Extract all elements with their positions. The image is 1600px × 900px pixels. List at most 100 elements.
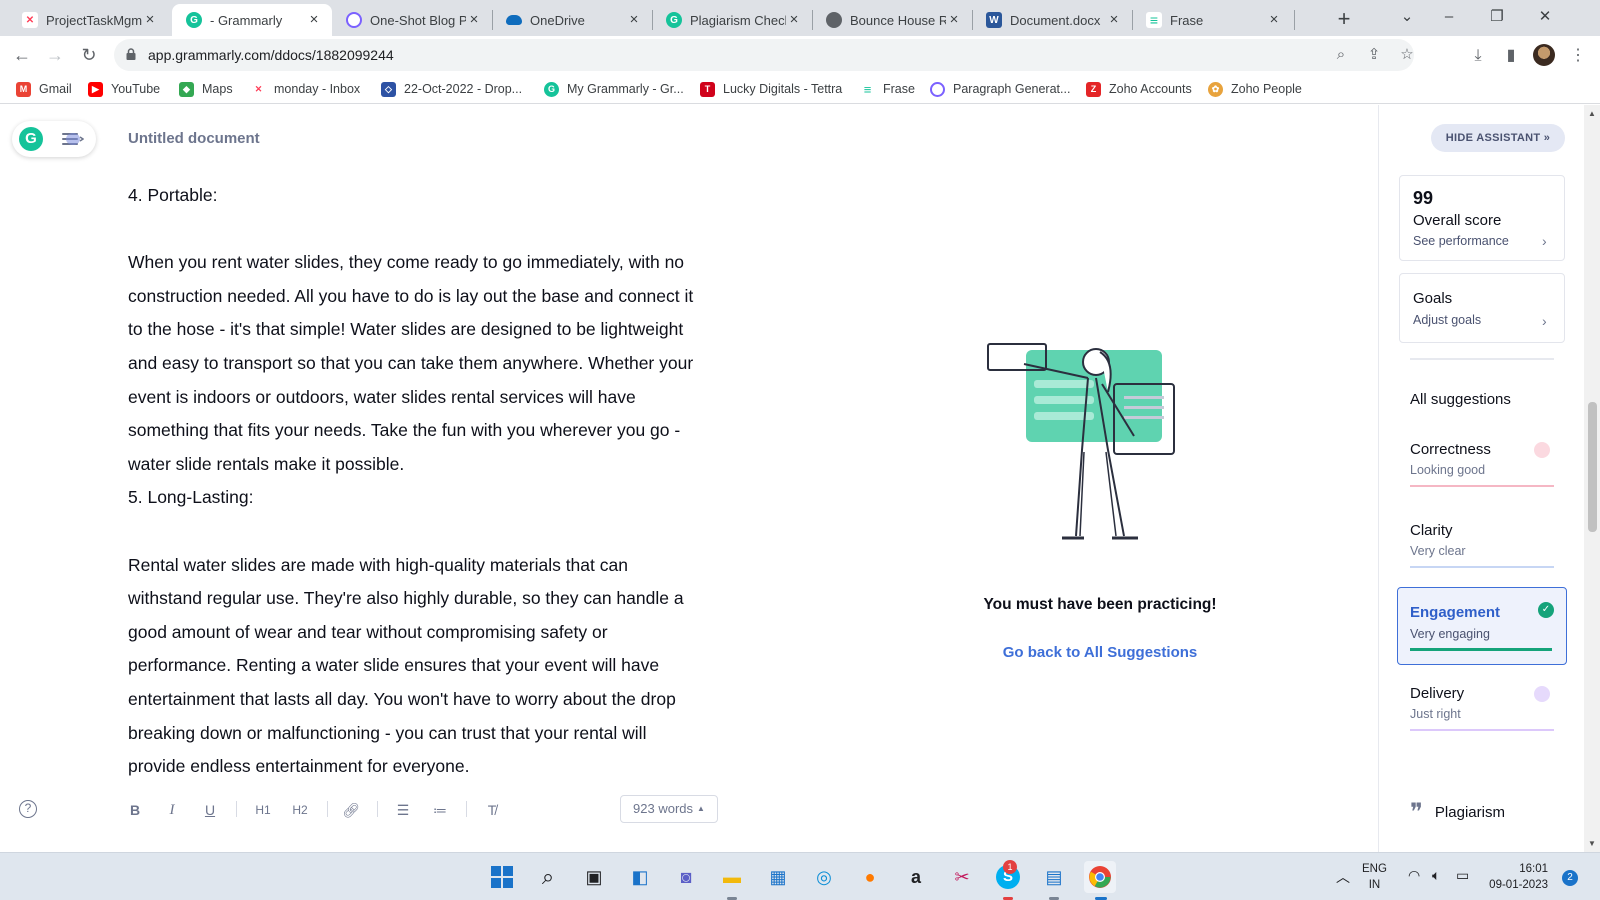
word-count-button[interactable]: 923 words ▲ [620,795,718,823]
clear-formatting-icon[interactable]: T̸ [483,801,501,819]
bookmark-maps[interactable]: ◆ Maps [179,80,233,98]
bookmark-monday[interactable]: ✕ monday - Inbox [251,80,360,98]
bookmark-frase[interactable]: ≡ Frase [860,80,915,98]
category-engagement[interactable]: Engagement Very engaging ✓ [1397,587,1567,665]
file-explorer-icon[interactable]: ▬ [716,861,748,893]
close-icon[interactable]: × [626,12,642,28]
close-icon[interactable]: × [142,12,158,28]
wifi-icon[interactable]: ◠ [1408,867,1420,884]
zoom-icon[interactable]: ⌕ [1332,46,1350,64]
close-icon[interactable]: × [1106,12,1122,28]
bookmark-dropbox[interactable]: ◇ 22-Oct-2022 - Drop... [381,80,522,98]
frase-icon: ≡ [1146,12,1162,28]
category-status: Looking good [1410,463,1486,477]
help-icon[interactable]: ? [19,800,37,818]
tab-document-docx[interactable]: W Document.docx × [972,4,1132,36]
forward-arrow-icon[interactable]: → [42,42,68,68]
heading2-button[interactable]: H2 [290,801,310,819]
link-icon[interactable]: 🔗︎ [342,801,360,819]
bookmark-gmail[interactable]: M Gmail [16,80,72,98]
italic-button[interactable]: I [165,801,179,819]
bookmark-label: Gmail [39,82,72,96]
grammarly-icon: G [544,81,559,97]
page-scrollbar[interactable]: ▲ ▼ [1584,105,1600,852]
notification-badge[interactable]: 2 [1562,870,1578,886]
bookmark-my-grammarly[interactable]: G My Grammarly - Gr... [544,80,684,98]
amazon-icon[interactable]: a [900,861,932,893]
document-editor[interactable]: 4. Portable: When you rent water slides,… [128,179,768,784]
back-to-suggestions-link[interactable]: Go back to All Suggestions [900,644,1300,661]
tab-search-icon[interactable]: ⌄ [1384,4,1430,30]
grammarly-menu-pill[interactable]: G [12,121,96,157]
reload-icon[interactable]: ↻ [76,42,102,68]
bookmark-paragraph-generator[interactable]: Paragraph Generat... [930,80,1070,98]
zoho-people-icon: ✿ [1208,81,1223,97]
search-icon[interactable]: ⌕ [532,861,564,893]
snipping-tool-icon[interactable]: ✂ [946,861,978,893]
close-icon[interactable]: × [306,12,322,28]
category-correctness[interactable]: Correctness Looking good [1410,441,1554,489]
browser-toolbar: ← → ↻ app.grammarly.com/ddocs/1882099244… [0,36,1600,74]
underline-button[interactable]: U [203,801,217,819]
battery-icon[interactable]: ▭ [1456,867,1469,884]
numbered-list-icon[interactable]: ☰ [394,801,412,819]
menu-kebab-icon[interactable]: ⋮ [1568,46,1588,66]
menu-toggle-icon[interactable] [62,132,84,146]
tab-plagiarism-check[interactable]: G Plagiarism Check × [652,4,812,36]
tab-grammarly[interactable]: G - Grammarly × [172,4,332,36]
speaker-icon[interactable]: 🔈︎ [1432,867,1440,884]
tab-bounce-house[interactable]: Bounce House Re × [812,4,972,36]
tab-one-shot-blog[interactable]: One-Shot Blog Po × [332,4,492,36]
category-delivery[interactable]: Delivery Just right [1410,685,1554,733]
close-icon[interactable]: × [1266,12,1282,28]
bookmark-zoho-people[interactable]: ✿ Zoho People [1208,80,1302,98]
all-suggestions-item[interactable]: All suggestions [1410,391,1554,408]
paragraph-line: When you rent water slides, they come re… [128,252,685,273]
close-window-button[interactable]: ✕ [1522,4,1568,30]
tab-projecttaskmgmt[interactable]: ✕ ProjectTaskMgmt × [8,4,168,36]
firefox-icon[interactable]: ● [854,861,886,893]
tab-onedrive[interactable]: OneDrive × [492,4,652,36]
bold-button[interactable]: B [128,801,142,819]
bookmark-youtube[interactable]: ▶ YouTube [88,80,160,98]
document-title[interactable]: Untitled document [128,130,260,147]
scroll-up-icon[interactable]: ▲ [1588,109,1596,118]
widgets-icon[interactable]: ◧ [624,861,656,893]
address-bar[interactable]: app.grammarly.com/ddocs/1882099244 ⌕ ⇪ ☆ [114,39,1414,71]
store-icon[interactable]: ▦ [762,861,794,893]
maximize-button[interactable]: ❐ [1474,4,1520,30]
bookmark-zoho-accounts[interactable]: Z Zoho Accounts [1086,80,1192,98]
close-icon[interactable]: × [466,12,482,28]
close-icon[interactable]: × [786,12,802,28]
notepad-icon[interactable]: ▤ [1038,861,1070,893]
new-tab-button[interactable]: + [1330,6,1358,34]
windows-start-icon[interactable] [486,861,518,893]
profile-avatar[interactable] [1533,44,1555,66]
system-clock[interactable]: 16:01 09-01-2023 [1486,861,1548,893]
hide-assistant-button[interactable]: HIDE ASSISTANT » [1431,124,1565,152]
share-icon[interactable]: ⇪ [1365,46,1383,64]
plagiarism-item[interactable]: ❞ Plagiarism [1410,800,1505,824]
download-icon[interactable]: ⤓ [1468,46,1488,66]
scroll-thumb[interactable] [1588,402,1597,532]
show-hidden-icons-chevron[interactable]: ︿ [1336,867,1350,887]
bulleted-list-icon[interactable]: ≔ [431,801,449,819]
teams-chat-icon[interactable]: ◙ [670,861,702,893]
back-arrow-icon[interactable]: ← [9,42,35,68]
scroll-down-icon[interactable]: ▼ [1588,839,1596,848]
goals-card[interactable]: Goals Adjust goals › [1399,273,1565,343]
category-clarity[interactable]: Clarity Very clear [1410,522,1554,570]
language-indicator[interactable]: ENG IN [1362,861,1387,893]
chrome-icon[interactable] [1084,861,1116,893]
grammarly-logo-icon[interactable]: G [19,127,43,151]
side-panel-icon[interactable]: ▮ [1501,46,1521,66]
tab-frase[interactable]: ≡ Frase × [1132,4,1292,36]
minimize-button[interactable]: – [1426,4,1472,30]
heading1-button[interactable]: H1 [253,801,273,819]
edge-icon[interactable]: ◎ [808,861,840,893]
bookmark-tettra[interactable]: T Lucky Digitals - Tettra [700,80,842,98]
close-icon[interactable]: × [946,12,962,28]
task-view-icon[interactable]: ▣ [578,861,610,893]
overall-score-card[interactable]: 99 Overall score See performance › [1399,175,1565,261]
bookmark-star-icon[interactable]: ☆ [1398,46,1416,64]
